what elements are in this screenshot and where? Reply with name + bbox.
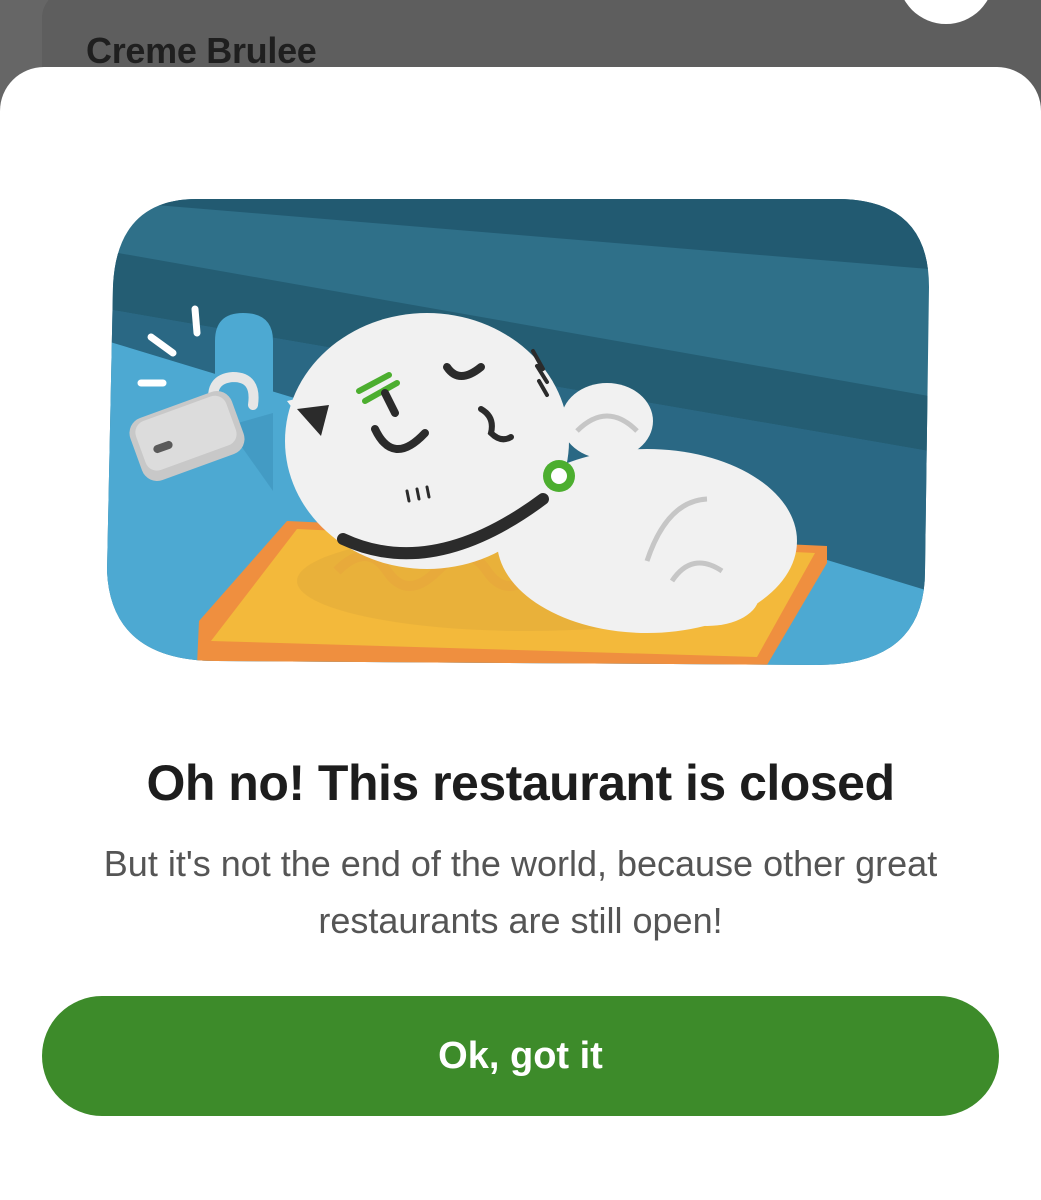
closed-message: But it's not the end of the world, becau… [103, 843, 938, 941]
sleeping-cat-illustration [107, 199, 929, 665]
ok-got-it-button[interactable]: Ok, got it [42, 996, 999, 1116]
closed-restaurant-sheet: Oh no! This restaurant is closed But it'… [0, 67, 1041, 1200]
closed-title: Oh no! This restaurant is closed [146, 755, 895, 811]
screen: Creme Brulee Oh no! This restaurant is c… [0, 0, 1041, 1200]
background-restaurant-title: Creme Brulee [86, 30, 317, 71]
